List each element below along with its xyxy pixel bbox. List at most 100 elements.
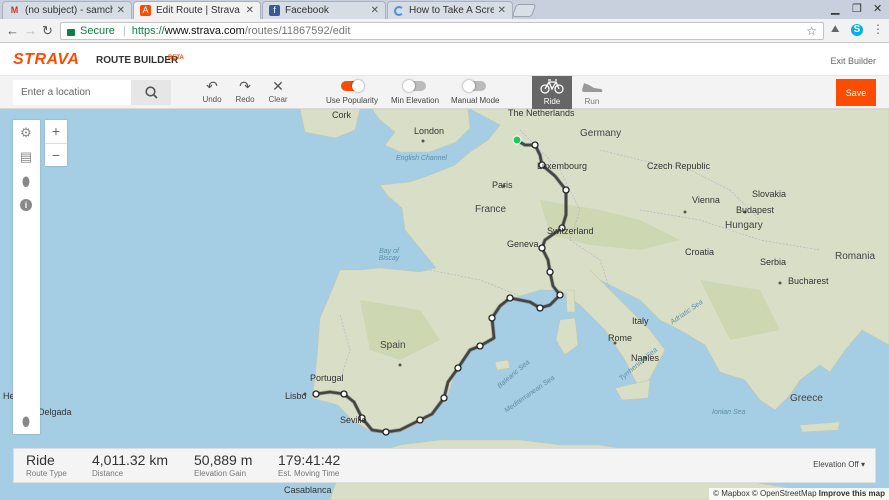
route-waypoint[interactable]	[416, 416, 424, 424]
route-waypoint[interactable]	[440, 394, 448, 402]
separator: |	[122, 25, 126, 37]
route-waypoint[interactable]	[488, 314, 496, 322]
route-waypoint[interactable]	[476, 342, 484, 350]
route-waypoint[interactable]	[506, 294, 514, 302]
map-label: Lisbo	[285, 391, 307, 401]
tab-screenshot-article[interactable]: How to Take A Screensh ✕	[387, 1, 513, 19]
location-search-input[interactable]	[13, 80, 131, 105]
map-label: Delgada	[38, 407, 72, 417]
map-label: Italy	[632, 316, 649, 326]
location-pin-icon[interactable]: ⬮	[19, 415, 33, 429]
elevation-toggle-label: Elevation Off	[813, 460, 859, 469]
map-label: Romania	[835, 251, 876, 262]
close-icon[interactable]: ✕	[246, 5, 254, 16]
map-label: Serbia	[760, 257, 787, 267]
route-waypoint[interactable]	[340, 390, 348, 398]
tab-title: Facebook	[285, 5, 329, 16]
map-label: Slovakia	[752, 189, 787, 199]
tab-facebook[interactable]: f Facebook ✕	[262, 1, 386, 19]
beta-badge: BETA	[168, 55, 184, 61]
strava-logo[interactable]: STRAVA	[13, 51, 79, 69]
gmail-icon: M	[10, 5, 19, 15]
route-start-marker[interactable]	[512, 135, 522, 145]
route-waypoint[interactable]	[562, 186, 570, 194]
menu-icon[interactable]: ⋮	[872, 22, 884, 36]
close-window-icon[interactable]: ✕	[873, 2, 882, 15]
tab-gmail[interactable]: M (no subject) - samchapm ✕	[2, 1, 132, 19]
use-popularity-toggle[interactable]: Use Popularity	[326, 80, 378, 105]
map-label: Geneva	[507, 239, 539, 249]
map-sidebar: ⚙ ▤ ⬮ i ⬮	[13, 120, 40, 434]
strava-icon: A	[140, 5, 151, 16]
route-map[interactable]: Cork The Netherlands Germany London Engl…	[0, 109, 889, 500]
tab-strava[interactable]: A Edit Route | Strava ✕	[133, 1, 261, 19]
close-icon[interactable]: ✕	[498, 5, 506, 16]
map-label: Luxembourg	[537, 161, 588, 171]
zoom-out-button[interactable]: −	[45, 143, 67, 166]
map-label: France	[475, 204, 507, 215]
map-label: Spain	[380, 340, 406, 351]
tab-title: Edit Route | Strava	[156, 5, 240, 16]
manual-mode-toggle[interactable]: Manual Mode	[451, 80, 500, 105]
manual-mode-label: Manual Mode	[451, 96, 500, 105]
extension-icon[interactable]: ⛰	[831, 24, 839, 35]
ride-button[interactable]: Ride	[532, 76, 572, 109]
osm-link[interactable]: © OpenStreetMap	[752, 489, 817, 498]
improve-map-link[interactable]: Improve this map	[819, 489, 885, 498]
close-icon[interactable]: ✕	[117, 5, 125, 16]
bookmark-star-icon[interactable]: ☆	[806, 24, 817, 38]
route-waypoint[interactable]	[382, 428, 390, 436]
forward-icon[interactable]: →	[24, 23, 37, 38]
product-name: ROUTE BUILDER	[96, 55, 179, 66]
route-waypoint[interactable]	[546, 268, 554, 276]
list-icon[interactable]: ▤	[19, 150, 33, 164]
toggle-switch[interactable]	[463, 80, 487, 92]
map-label: English Channel	[396, 155, 447, 162]
address-bar[interactable]: Secure | https:// www.strava.com /routes…	[60, 22, 824, 40]
secure-label: Secure	[80, 25, 115, 37]
search-icon	[144, 86, 158, 99]
elevation-value: 50,889 m	[194, 452, 253, 468]
route-waypoint[interactable]	[556, 291, 564, 299]
settings-gear-icon[interactable]: ⚙	[19, 126, 33, 140]
restore-icon[interactable]: ❐	[852, 2, 862, 15]
tab-title: (no subject) - samchapm	[25, 5, 113, 16]
stat-moving-time: 179:41:42 Est. Moving Time	[278, 452, 340, 478]
reload-icon[interactable]: ↻	[42, 23, 53, 39]
map-label: Casablanca	[284, 485, 332, 495]
save-button[interactable]: Save	[836, 79, 876, 106]
run-button[interactable]: Run	[572, 76, 612, 109]
toggle-switch[interactable]	[341, 80, 365, 92]
skype-icon[interactable]: S	[851, 24, 863, 36]
min-elevation-toggle[interactable]: Min Elevation	[391, 80, 440, 105]
close-icon[interactable]: ✕	[371, 5, 379, 16]
lock-icon	[67, 28, 75, 36]
facebook-icon: f	[269, 5, 280, 16]
map-label: Greece	[790, 393, 823, 404]
map-tiles[interactable]	[0, 109, 889, 500]
clear-button[interactable]: ✕ Clear	[258, 78, 298, 104]
chevron-down-icon: ▾	[860, 460, 865, 469]
stat-route-type: Ride Route Type	[26, 452, 67, 478]
map-attribution: © Mapbox © OpenStreetMap Improve this ma…	[709, 488, 889, 500]
route-waypoint[interactable]	[531, 141, 539, 149]
elevation-toggle-button[interactable]: Elevation Off ▾	[813, 460, 865, 469]
minimize-icon[interactable]: ▁	[831, 2, 839, 15]
exit-builder-link[interactable]: Exit Builder	[830, 56, 876, 66]
route-waypoint[interactable]	[538, 244, 546, 252]
route-waypoint[interactable]	[536, 304, 544, 312]
search-button[interactable]	[131, 80, 171, 105]
distance-label: Distance	[92, 469, 124, 478]
route-waypoint[interactable]	[312, 390, 320, 398]
info-icon[interactable]: i	[20, 199, 32, 211]
toggle-switch[interactable]	[403, 80, 427, 92]
back-icon[interactable]: ←	[6, 23, 19, 38]
distance-value: 4,011.32 km	[92, 452, 169, 468]
min-elevation-label: Min Elevation	[391, 96, 440, 105]
url-path: /routes/11867592/edit	[244, 25, 351, 37]
new-tab-button[interactable]	[511, 4, 537, 17]
route-waypoint[interactable]	[454, 364, 462, 372]
map-pin-icon[interactable]: ⬮	[19, 175, 33, 189]
mapbox-link[interactable]: © Mapbox	[713, 489, 750, 498]
zoom-in-button[interactable]: +	[45, 120, 67, 143]
